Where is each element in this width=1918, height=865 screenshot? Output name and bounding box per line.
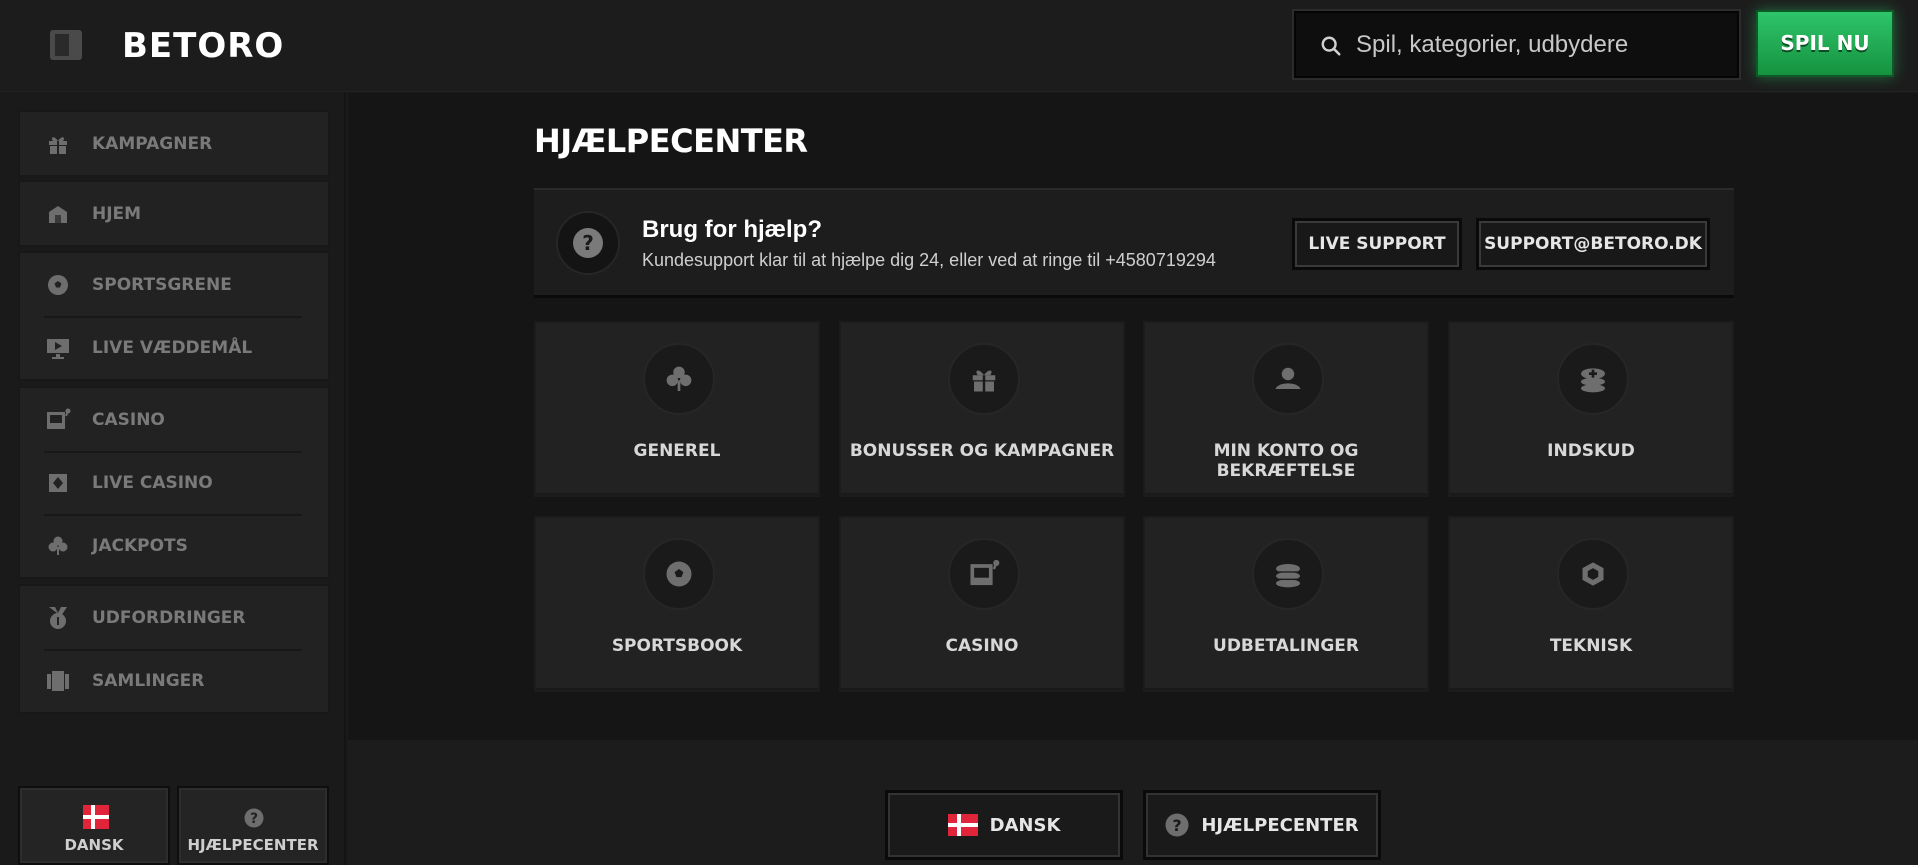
svg-text:?: ? (250, 811, 258, 827)
hexagon-icon (1557, 538, 1629, 610)
sidebar-item-live-vaeddemaal[interactable]: LIVE VÆDDEMÅL (20, 316, 328, 379)
category-card-bonusser[interactable]: BONUSSER OG KAMPAGNER (839, 321, 1125, 497)
question-icon: ? (244, 808, 264, 828)
search-icon (1321, 36, 1341, 56)
sidebar-group-promotions: KAMPAGNER (18, 110, 330, 177)
footer (348, 740, 1918, 865)
sidebar-item-label: HJEM (92, 203, 142, 224)
category-card-teknisk[interactable]: TEKNISK (1448, 516, 1734, 692)
top-header: BETORO Spil, kategorier, udbydere SPIL N… (0, 0, 1918, 92)
sidebar-item-label: LIVE VÆDDEMÅL (92, 337, 253, 358)
sidebar-item-jackpots[interactable]: JACKPOTS (20, 514, 328, 577)
category-label: GENEREL (633, 441, 721, 461)
category-label: UDBETALINGER (1213, 636, 1359, 656)
category-label: TEKNISK (1549, 636, 1633, 656)
footer-language-label: DANSK (989, 814, 1061, 836)
card-icon (44, 469, 72, 497)
help-banner: ? Brug for hjælp? Kundesupport klar til … (534, 188, 1734, 298)
category-label: BONUSSER OG KAMPAGNER (849, 441, 1115, 461)
denmark-flag-icon (83, 805, 109, 829)
medal-icon (44, 604, 72, 632)
category-card-min-konto[interactable]: MIN KONTO OG BEKRÆFTELSE (1143, 321, 1429, 497)
sidebar-item-label: CASINO (92, 409, 165, 430)
category-label: MIN KONTO OG BEKRÆFTELSE (1213, 441, 1359, 481)
category-card-generel[interactable]: GENEREL (534, 321, 820, 497)
sidebar-group-challenges: UDFORDRINGER SAMLINGER (18, 584, 330, 714)
category-card-casino[interactable]: CASINO (839, 516, 1125, 692)
coins-plus-icon (1557, 343, 1629, 415)
sidebar-item-label: LIVE CASINO (92, 472, 213, 493)
svg-text:?: ? (582, 231, 594, 255)
sidebar-item-label: UDFORDRINGER (92, 607, 246, 628)
sidebar-item-label: JACKPOTS (92, 535, 188, 556)
category-card-sportsbook[interactable]: SPORTSBOOK (534, 516, 820, 692)
live-support-button[interactable]: LIVE SUPPORT (1292, 218, 1462, 270)
svg-text:?: ? (1173, 816, 1182, 835)
sidebar-item-label: SPORTSGRENE (92, 274, 232, 295)
question-icon: ? (573, 228, 603, 258)
search-placeholder: Spil, kategorier, udbydere (1356, 31, 1629, 58)
sidebar-help-label: HJÆLPECENTER (187, 836, 319, 854)
denmark-flag-icon (947, 814, 978, 836)
home-icon (44, 200, 72, 228)
support-email-button[interactable]: SUPPORT@BETORO.DK (1476, 218, 1710, 270)
play-now-button[interactable]: SPIL NU (1756, 10, 1894, 77)
sidebar-group-casino: CASINO LIVE CASINO JACKPOTS (18, 386, 330, 579)
collection-icon (44, 667, 72, 695)
category-label: SPORTSBOOK (611, 636, 743, 656)
soccer-ball-icon (44, 271, 72, 299)
sidebar-help-button[interactable]: ? HJÆLPECENTER (177, 786, 329, 865)
category-card-indskud[interactable]: INDSKUD (1448, 321, 1734, 497)
sidebar-toggle-button[interactable] (50, 30, 82, 60)
page-title: HJÆLPECENTER (534, 122, 808, 160)
footer-language-button[interactable]: DANSK (885, 790, 1123, 860)
sidebar-language-button[interactable]: DANSK (18, 786, 170, 865)
slot-machine-icon (948, 538, 1020, 610)
sidebar-item-label: KAMPAGNER (92, 133, 213, 154)
help-banner-icon: ? (556, 211, 620, 275)
sidebar-group-sports: SPORTSGRENE LIVE VÆDDEMÅL (18, 251, 330, 381)
help-banner-subtitle: Kundesupport klar til at hjælpe dig 24, … (642, 250, 1216, 270)
sidebar-item-hjem[interactable]: HJEM (20, 182, 328, 245)
site-logo[interactable]: BETORO (122, 26, 284, 66)
sidebar-language-label: DANSK (64, 836, 124, 854)
category-label: CASINO (945, 636, 1019, 656)
sidebar-item-casino[interactable]: CASINO (20, 388, 328, 451)
clover-icon (44, 532, 72, 560)
question-icon: ? (1165, 813, 1189, 837)
slot-machine-icon (44, 406, 72, 434)
search-input[interactable]: Spil, kategorier, udbydere (1292, 9, 1741, 80)
sidebar-item-samlinger[interactable]: SAMLINGER (20, 649, 328, 712)
gift-icon (948, 343, 1020, 415)
live-tv-icon (44, 334, 72, 362)
sidebar-item-sportsgrene[interactable]: SPORTSGRENE (20, 253, 328, 316)
category-label: INDSKUD (1547, 441, 1635, 461)
sidebar-group-home: HJEM (18, 180, 330, 247)
coins-stack-icon (1252, 538, 1324, 610)
soccer-ball-icon (643, 538, 715, 610)
gift-icon (44, 130, 72, 158)
help-banner-title: Brug for hjælp? (642, 216, 822, 243)
sidebar-item-udfordringer[interactable]: UDFORDRINGER (20, 586, 328, 649)
sidebar-item-label: SAMLINGER (92, 670, 205, 691)
footer-help-label: HJÆLPECENTER (1201, 814, 1359, 836)
category-card-udbetalinger[interactable]: UDBETALINGER (1143, 516, 1429, 692)
sidebar-item-kampagner[interactable]: KAMPAGNER (20, 112, 328, 175)
sidebar-item-live-casino[interactable]: LIVE CASINO (20, 451, 328, 514)
footer-help-button[interactable]: ? HJÆLPECENTER (1143, 790, 1381, 860)
clover-icon (643, 343, 715, 415)
user-icon (1252, 343, 1324, 415)
